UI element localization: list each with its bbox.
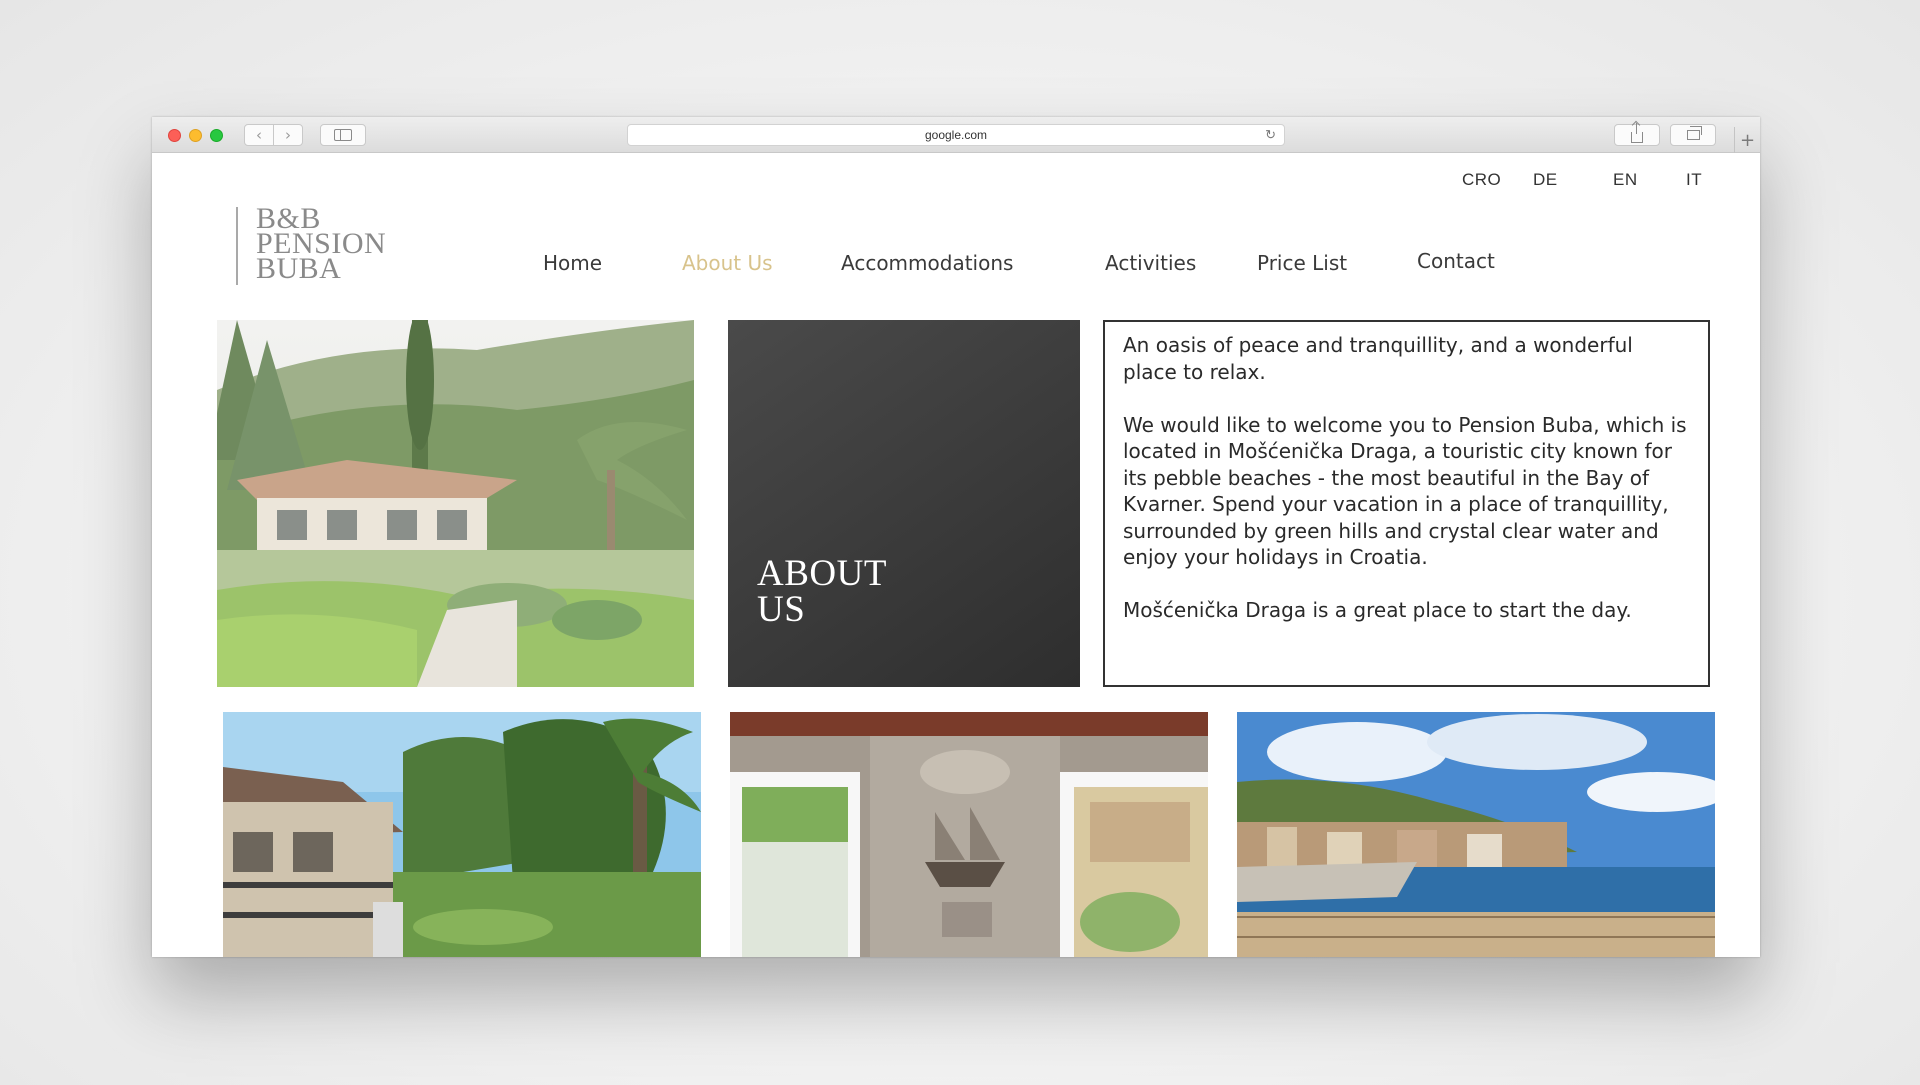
- plus-icon: +: [1739, 129, 1756, 151]
- nav-price-list[interactable]: Price List: [1257, 251, 1347, 275]
- address-url: google.com: [924, 128, 988, 142]
- page-viewport: CRO DE EN IT B&B PENSION BUBA Home About…: [152, 154, 1760, 957]
- reload-icon[interactable]: ↻: [1265, 127, 1276, 143]
- chevron-right-icon: ›: [285, 126, 291, 144]
- heading-line: ABOUT: [757, 553, 887, 594]
- sidebar-toggle-button[interactable]: [320, 124, 366, 146]
- about-closing: Mošćenička Draga is a great place to sta…: [1123, 598, 1632, 622]
- lang-link-de[interactable]: DE: [1533, 170, 1558, 190]
- heading-line: US: [757, 589, 806, 630]
- about-body: We would like to welcome you to Pension …: [1123, 412, 1687, 570]
- about-us-tile: ABOUT US: [728, 320, 1080, 687]
- chevron-left-icon: ‹: [256, 126, 262, 144]
- nav-about-us[interactable]: About Us: [682, 251, 773, 275]
- lang-link-en[interactable]: EN: [1613, 170, 1638, 190]
- tabs-icon: [1686, 126, 1702, 140]
- garden-photo: [217, 320, 694, 687]
- lang-link-cro[interactable]: CRO: [1462, 170, 1501, 190]
- share-icon: [1631, 122, 1643, 143]
- about-text-box: An oasis of peace and tranquillity, and …: [1103, 320, 1710, 687]
- lang-link-it[interactable]: IT: [1686, 170, 1702, 190]
- terrace-photo: [223, 712, 701, 957]
- nav-accommodations[interactable]: Accommodations: [841, 251, 1013, 275]
- nav-home[interactable]: Home: [543, 251, 602, 275]
- forward-button[interactable]: ›: [273, 124, 303, 146]
- maximize-window-button[interactable]: [210, 129, 223, 142]
- show-tabs-button[interactable]: [1670, 124, 1716, 146]
- interior-photo: [730, 712, 1208, 957]
- logo-divider: [236, 207, 238, 285]
- browser-toolbar: ‹ › google.com ↻ +: [152, 117, 1760, 153]
- about-intro: An oasis of peace and tranquillity, and …: [1123, 333, 1633, 384]
- share-button[interactable]: [1614, 122, 1660, 146]
- browser-window: ‹ › google.com ↻ + CRO DE EN IT B&B PENS…: [152, 117, 1760, 957]
- nav-activities[interactable]: Activities: [1105, 251, 1196, 275]
- back-button[interactable]: ‹: [244, 124, 274, 146]
- new-tab-button[interactable]: +: [1734, 127, 1760, 153]
- site-logo[interactable]: B&B PENSION BUBA: [256, 204, 386, 284]
- harbour-photo: [1237, 712, 1715, 957]
- about-us-heading: ABOUT US: [757, 553, 887, 630]
- minimize-window-button[interactable]: [189, 129, 202, 142]
- address-bar[interactable]: google.com ↻: [627, 124, 1285, 146]
- close-window-button[interactable]: [168, 129, 181, 142]
- sidebar-icon: [334, 129, 352, 141]
- nav-contact[interactable]: Contact: [1417, 249, 1495, 273]
